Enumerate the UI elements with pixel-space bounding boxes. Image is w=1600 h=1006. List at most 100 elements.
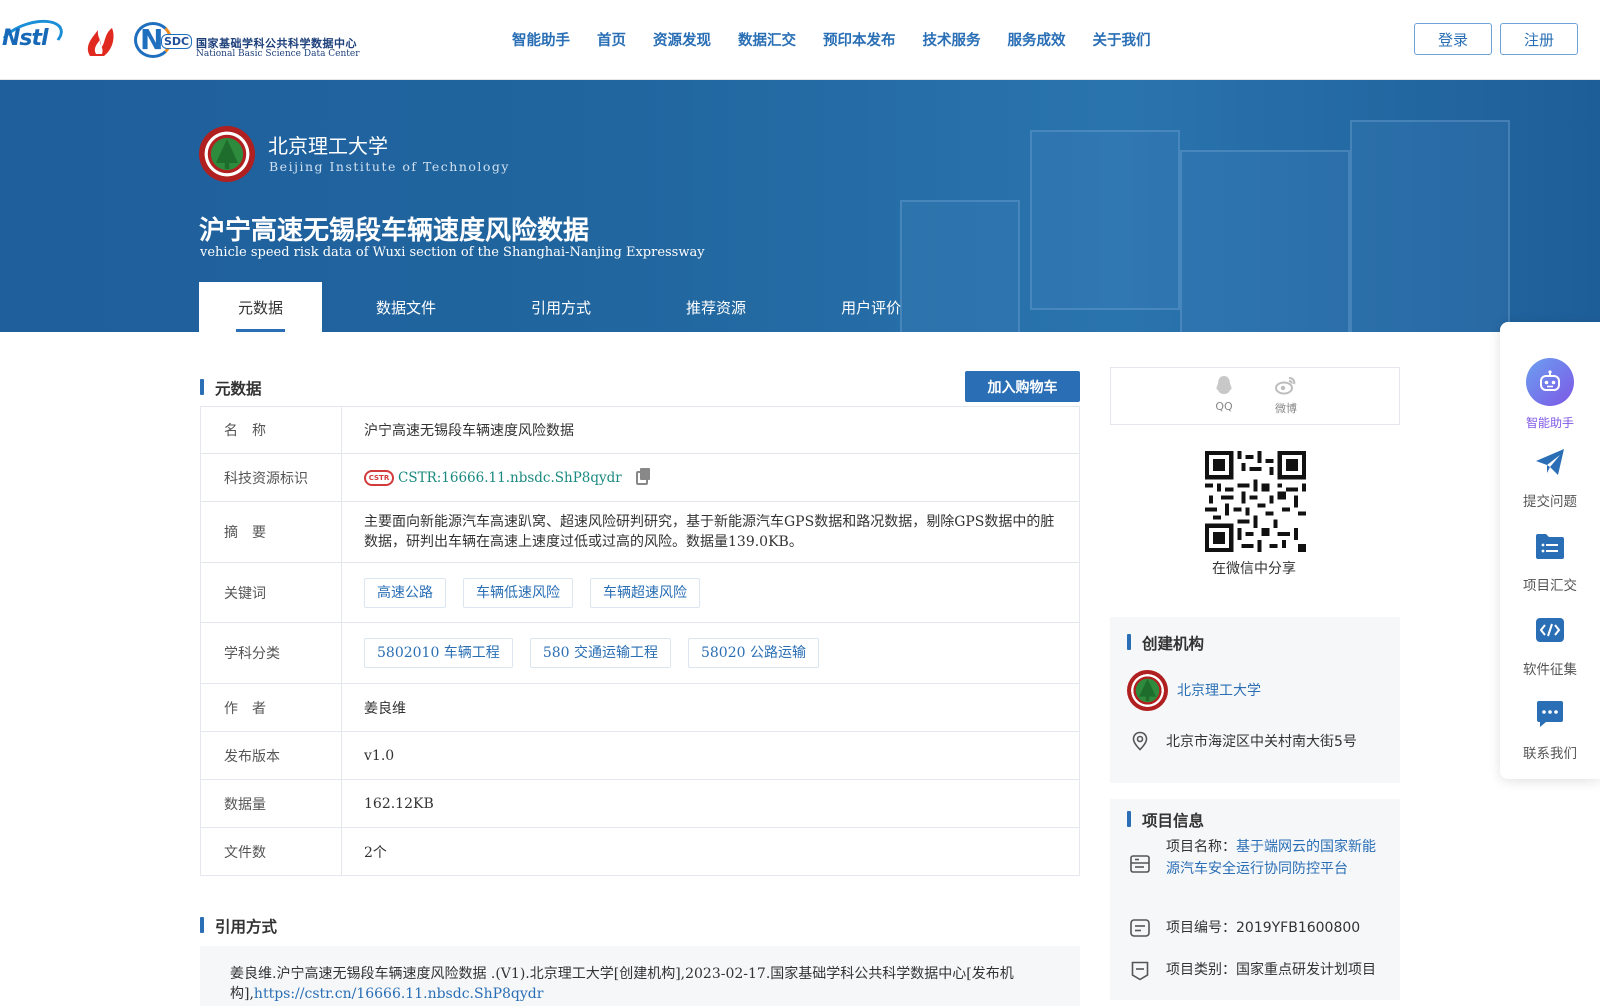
meta-value-subjects: 5802010 车辆工程 580 交通运输工程 58020 公路运输 <box>342 623 1079 683</box>
weibo-icon <box>1275 377 1296 395</box>
float-contact-us[interactable]: 联系我们 <box>1500 698 1600 762</box>
table-row: 文件数 2个 <box>201 828 1079 875</box>
project-type-icon <box>1131 961 1149 981</box>
share-weibo[interactable]: 微博 <box>1275 374 1297 424</box>
project-heading: 项目信息 <box>1127 809 1204 831</box>
float-project-submit[interactable]: 项目汇交 <box>1500 530 1600 594</box>
menu-item-assistant[interactable]: 智能助手 <box>512 29 570 50</box>
copy-icon[interactable] <box>635 467 650 485</box>
project-name-label: 项目名称： <box>1166 839 1236 855</box>
meta-value-name: 沪宁高速无锡段车辆速度风险数据 <box>364 423 574 439</box>
org-name[interactable]: 北京理工大学 <box>268 130 388 159</box>
assistant-robot-icon <box>1526 358 1574 406</box>
meta-key: 科技资源标识 <box>201 454 342 501</box>
creator-org-emblem <box>1127 670 1168 711</box>
float-software-call[interactable]: 软件征集 <box>1500 614 1600 678</box>
subject-tag[interactable]: 58020 公路运输 <box>687 638 819 668</box>
dataset-title: 沪宁高速无锡段车辆速度风险数据 <box>199 216 590 246</box>
keyword-tag[interactable]: 高速公路 <box>364 577 446 608</box>
top-navbar: Nstl N SDC 国家基础学科公共科学数据中心 National Basic… <box>0 0 1600 80</box>
share-weibo-label: 微博 <box>1275 402 1297 415</box>
meta-value-size: 162.12KB <box>364 795 434 812</box>
creator-org-link[interactable]: 北京理工大学 <box>1177 680 1261 700</box>
menu-item-tech-service[interactable]: 技术服务 <box>923 29 981 50</box>
banner-decor-box <box>1030 130 1180 310</box>
meta-value-abstract: 主要面向新能源汽车高速趴窝、超速风险研判研究，基于新能源汽车GPS数据和路况数据… <box>364 514 1055 550</box>
tab-citation[interactable]: 引用方式 <box>492 282 630 332</box>
project-type-label: 项目类别： <box>1166 962 1236 978</box>
creator-address: 北京市海淀区中关村南大街5号 <box>1166 734 1357 750</box>
nsdc-logo-badge: SDC <box>161 34 193 49</box>
table-row: 学科分类 5802010 车辆工程 580 交通运输工程 58020 公路运输 <box>201 623 1079 684</box>
menu-item-results[interactable]: 服务成效 <box>1008 29 1066 50</box>
table-row: 数据量 162.12KB <box>201 780 1079 828</box>
cstr-link[interactable]: CSTR:16666.11.nbsdc.ShP8qydr <box>398 470 622 486</box>
code-icon <box>1536 618 1564 642</box>
org-emblem <box>199 126 255 182</box>
meta-key: 文件数 <box>201 828 342 875</box>
dataset-title-en: vehicle speed risk data of Wuxi section … <box>200 245 705 260</box>
banner-decor-box <box>1350 120 1510 332</box>
table-row: 摘 要 主要面向新能源汽车高速趴窝、超速风险研判研究，基于新能源汽车GPS数据和… <box>201 502 1079 563</box>
float-assistant[interactable]: 智能助手 <box>1500 358 1600 431</box>
table-row: 科技资源标识 CSTR CSTR:16666.11.nbsdc.ShP8qydr <box>201 454 1079 502</box>
project-code-icon <box>1130 919 1150 937</box>
table-row: 作 者 姜良维 <box>201 684 1079 732</box>
project-type: 项目类别：国家重点研发计划项目 <box>1166 959 1376 981</box>
project-name-icon <box>1130 855 1150 873</box>
menu-item-about[interactable]: 关于我们 <box>1093 29 1151 50</box>
login-button[interactable]: 登录 <box>1414 23 1492 55</box>
tab-data-files[interactable]: 数据文件 <box>337 282 475 332</box>
tab-metadata[interactable]: 元数据 <box>199 282 323 332</box>
meta-key: 关键词 <box>201 563 342 622</box>
meta-key: 名 称 <box>201 407 342 453</box>
tab-reviews[interactable]: 用户评价 <box>802 282 940 332</box>
subject-tag[interactable]: 580 交通运输工程 <box>529 638 671 668</box>
project-name: 项目名称：基于端网云的国家新能源汽车安全运行协同防控平台 <box>1166 836 1386 880</box>
project-code-value: 2019YFB1600800 <box>1236 920 1361 936</box>
float-software-call-label: 软件征集 <box>1523 662 1577 678</box>
tab-recommended[interactable]: 推荐资源 <box>647 282 785 332</box>
register-button[interactable]: 注册 <box>1500 23 1578 55</box>
menu-item-home[interactable]: 首页 <box>597 29 626 50</box>
nstl-logo[interactable]: Nstl <box>0 12 68 66</box>
float-assistant-label: 智能助手 <box>1525 416 1574 430</box>
qq-icon <box>1216 376 1232 394</box>
chat-icon <box>1537 701 1563 727</box>
dataset-banner: 北京理工大学 Beijing Institute of Technology 沪… <box>0 80 1600 332</box>
keyword-tag[interactable]: 车辆超速风险 <box>590 577 700 608</box>
location-pin-icon <box>1132 731 1148 751</box>
flame-logo[interactable] <box>82 24 120 58</box>
dataset-tabs: 元数据 数据文件 引用方式 推荐资源 用户评价 <box>199 282 957 332</box>
subject-tag[interactable]: 5802010 车辆工程 <box>364 638 513 668</box>
keyword-tag[interactable]: 车辆低速风险 <box>463 577 573 608</box>
project-code-label: 项目编号： <box>1166 920 1236 936</box>
float-submit-question[interactable]: 提交问题 <box>1500 446 1600 510</box>
metadata-heading: 元数据 <box>200 377 262 399</box>
creator-heading: 创建机构 <box>1127 632 1204 654</box>
menu-item-data-submit[interactable]: 数据汇交 <box>738 29 796 50</box>
creator-panel: 创建机构 北京理工大学 北京市海淀区中关村南大街5号 <box>1110 617 1400 783</box>
meta-key: 数据量 <box>201 780 342 827</box>
share-qq[interactable]: QQ <box>1213 374 1235 424</box>
nsdc-logo[interactable]: N SDC 国家基础学科公共科学数据中心 National Basic Scie… <box>134 20 360 60</box>
citation-box: 姜良维.沪宁高速无锡段车辆速度风险数据 .(V1).北京理工大学[创建机构],2… <box>200 946 1080 1006</box>
wechat-qr-code <box>1205 451 1306 552</box>
metadata-table: 名 称 沪宁高速无锡段车辆速度风险数据 科技资源标识 CSTR CSTR:166… <box>200 406 1080 876</box>
paper-plane-icon <box>1536 449 1564 475</box>
nstl-logo-text: Nstl <box>2 26 49 51</box>
org-name-en: Beijing Institute of Technology <box>269 159 510 174</box>
meta-key: 学科分类 <box>201 623 342 683</box>
share-bar: QQ 微博 <box>1110 367 1400 425</box>
float-contact-us-label: 联系我们 <box>1523 746 1577 762</box>
menu-item-discover[interactable]: 资源发现 <box>653 29 711 50</box>
meta-key: 作 者 <box>201 684 342 731</box>
share-qq-label: QQ <box>1215 400 1233 413</box>
meta-key: 摘 要 <box>201 502 342 562</box>
add-to-cart-button[interactable]: 加入购物车 <box>965 371 1080 402</box>
nsdc-logo-mark: N <box>140 23 164 56</box>
meta-key: 发布版本 <box>201 732 342 779</box>
project-panel: 项目信息 项目名称：基于端网云的国家新能源汽车安全运行协同防控平台 项目编号：2… <box>1110 799 1400 1000</box>
nsdc-logo-en: National Basic Science Data Center <box>196 49 360 59</box>
menu-item-preprint[interactable]: 预印本发布 <box>823 29 896 50</box>
